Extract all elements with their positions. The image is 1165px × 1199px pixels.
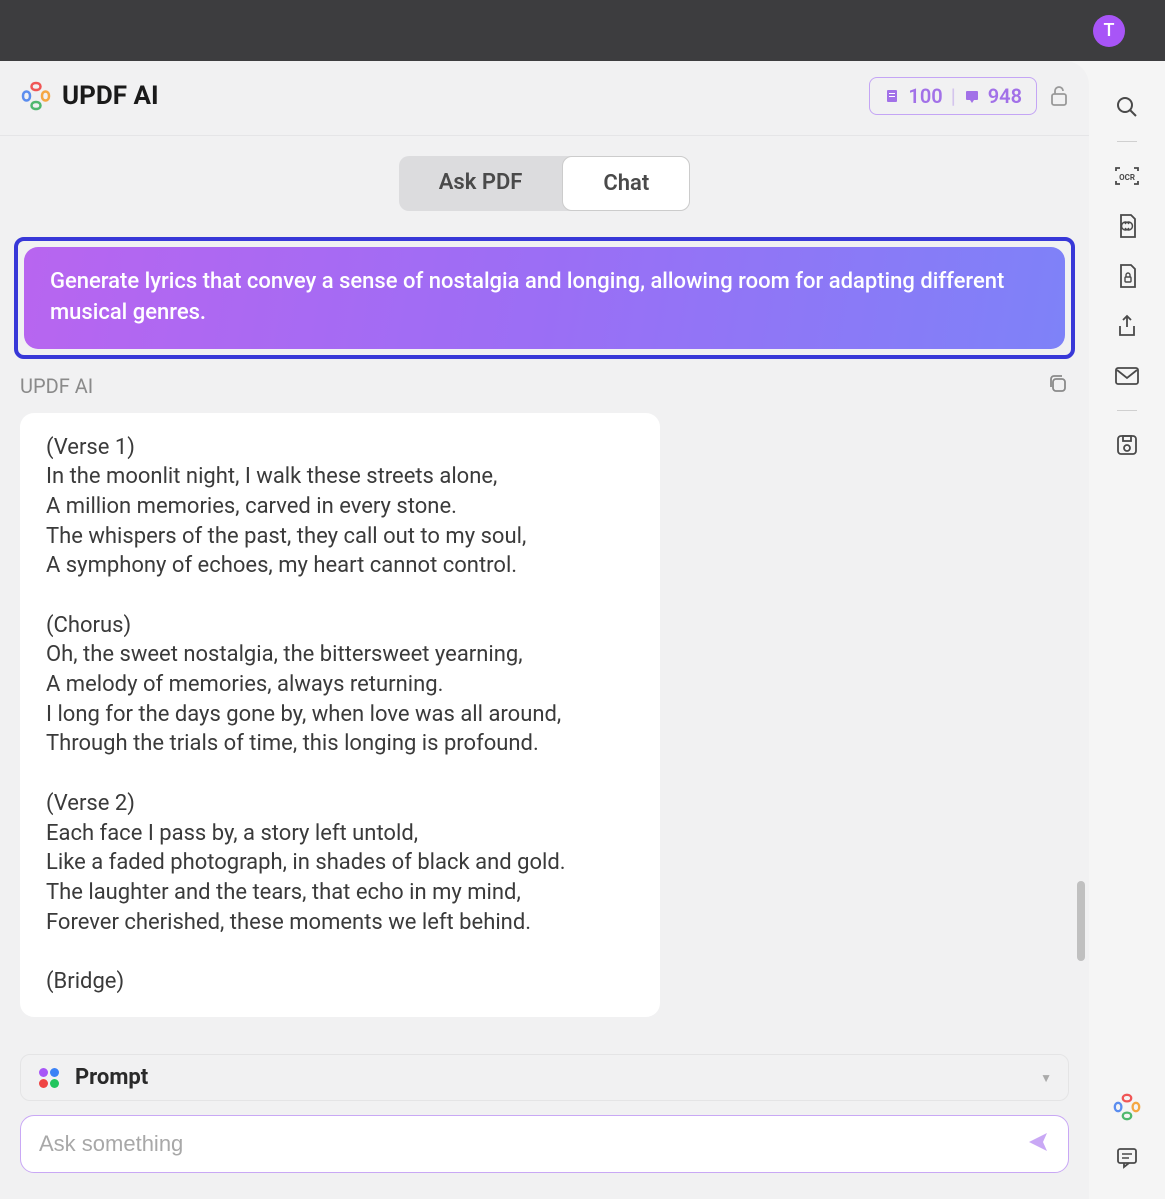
credit-badge[interactable]: 100 | 948 (869, 77, 1037, 115)
badge1-value: 100 (908, 84, 942, 108)
lock-icon[interactable] (1049, 85, 1069, 107)
email-icon[interactable] (1105, 354, 1149, 398)
send-button[interactable] (1026, 1130, 1050, 1158)
save-icon[interactable] (1105, 423, 1149, 467)
chevron-down-icon: ▼ (1040, 1071, 1052, 1085)
chat-scroll-area[interactable]: Generate lyrics that convey a sense of n… (0, 237, 1089, 1036)
main-content: UPDF AI 100 | 948 Ask PDF Chat (0, 61, 1089, 1199)
input-footer: Prompt ▼ (0, 1036, 1089, 1199)
user-message-highlight: Generate lyrics that convey a sense of n… (14, 237, 1075, 359)
ocr-icon[interactable]: OCR (1105, 154, 1149, 198)
badge-separator: | (951, 84, 956, 108)
search-icon[interactable] (1105, 85, 1149, 129)
chat-input-row (20, 1115, 1069, 1173)
ai-sender-label: UPDF AI (20, 374, 93, 398)
app-logo-small-icon[interactable] (1105, 1085, 1149, 1129)
copy-button[interactable] (1047, 373, 1069, 399)
user-avatar[interactable]: T (1093, 15, 1125, 47)
header: UPDF AI 100 | 948 (0, 77, 1089, 136)
tab-ask-pdf[interactable]: Ask PDF (399, 156, 563, 211)
top-bar: T (0, 0, 1165, 61)
app-title: UPDF AI (62, 81, 869, 111)
scrollbar-thumb[interactable] (1077, 881, 1085, 961)
badge2-value: 948 (988, 84, 1022, 108)
app-logo-icon (20, 80, 52, 112)
prompt-selector[interactable]: Prompt ▼ (20, 1054, 1069, 1101)
ai-response: (Verse 1) In the moonlit night, I walk t… (20, 413, 660, 1017)
chat-bubble-icon (964, 88, 980, 104)
prompt-dots-icon (37, 1066, 61, 1090)
svg-text:OCR: OCR (1119, 173, 1135, 182)
sidebar-separator (1117, 141, 1137, 142)
tab-chat[interactable]: Chat (562, 156, 690, 211)
sidebar-separator (1117, 410, 1137, 411)
user-message: Generate lyrics that convey a sense of n… (24, 247, 1065, 349)
protect-icon[interactable] (1105, 254, 1149, 298)
share-icon[interactable] (1105, 304, 1149, 348)
comments-icon[interactable] (1105, 1135, 1149, 1179)
convert-icon[interactable] (1105, 204, 1149, 248)
tab-bar: Ask PDF Chat (0, 156, 1089, 211)
right-sidebar: OCR (1089, 61, 1165, 1199)
chat-input[interactable] (39, 1131, 1026, 1157)
prompt-label: Prompt (75, 1065, 1040, 1090)
document-icon (884, 88, 900, 104)
